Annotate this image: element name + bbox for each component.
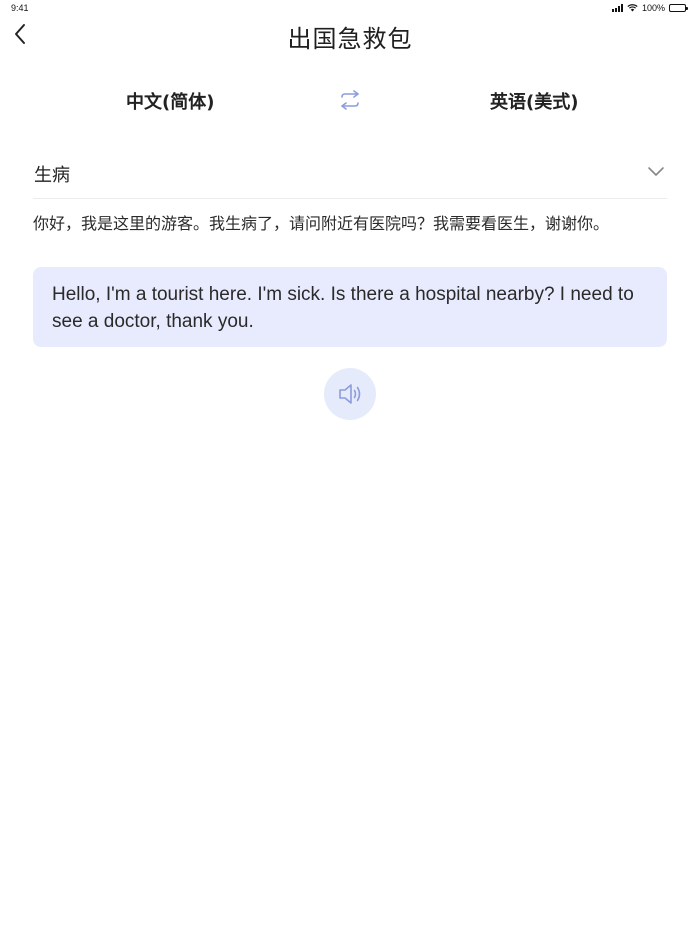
- target-language-button[interactable]: 英语(美式): [490, 88, 578, 114]
- battery-icon: [669, 4, 688, 12]
- status-indicators: 100%: [611, 3, 688, 13]
- speaker-icon: [339, 384, 361, 404]
- category-label: 生病: [34, 165, 70, 186]
- battery-percent: 100%: [641, 3, 665, 13]
- swap-arrows-icon: [341, 90, 359, 110]
- page-title: 出国急救包: [287, 25, 413, 53]
- category-dropdown[interactable]: 生病: [33, 150, 667, 199]
- nav-bar: 出国急救包: [0, 14, 700, 54]
- chevron-down-icon: [648, 167, 664, 176]
- language-selector: 中文(简体) 英语(美式): [0, 82, 700, 120]
- swap-language-button[interactable]: [338, 88, 362, 112]
- translation-text: Hello, I'm a tourist here. I'm sick. Is …: [52, 284, 634, 332]
- speak-button[interactable]: [324, 368, 376, 420]
- translation-card: Hello, I'm a tourist here. I'm sick. Is …: [33, 267, 667, 347]
- source-language-button[interactable]: 中文(简体): [126, 88, 214, 114]
- source-phrase-text: 你好，我是这里的游客。我生病了，请问附近有医院吗？我需要看医生，谢谢你。: [33, 214, 610, 233]
- signal-icon: [611, 4, 623, 12]
- status-time: 9:41: [11, 3, 29, 13]
- wifi-icon: [627, 4, 638, 12]
